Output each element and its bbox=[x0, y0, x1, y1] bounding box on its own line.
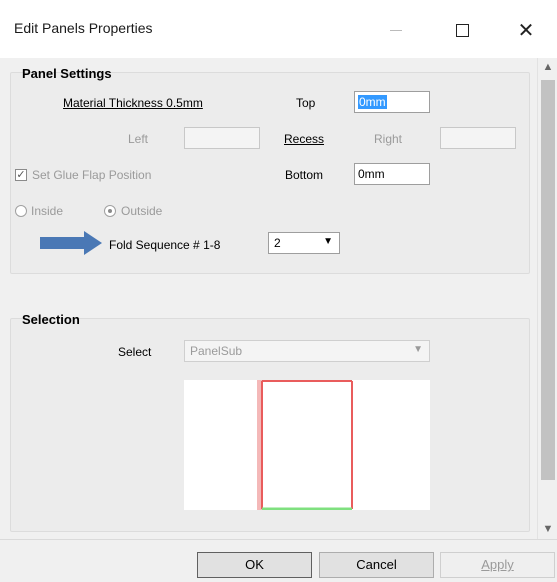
selection-heading: Selection bbox=[22, 312, 80, 327]
left-input[interactable] bbox=[184, 127, 260, 149]
fold-sequence-label: Fold Sequence # 1-8 bbox=[109, 238, 221, 252]
panel-settings-heading: Panel Settings bbox=[22, 66, 112, 81]
left-label: Left bbox=[128, 132, 149, 146]
outside-label: Outside bbox=[121, 204, 163, 218]
title-bar: Edit Panels Properties ✕ bbox=[0, 0, 557, 58]
scroll-up-icon[interactable]: ▲ bbox=[538, 58, 557, 76]
select-dropdown[interactable]: PanelSub ▼ bbox=[184, 340, 430, 362]
right-arrow-icon bbox=[40, 231, 102, 255]
top-input-value: 0mm bbox=[358, 95, 387, 109]
scroll-down-icon[interactable]: ▼ bbox=[538, 520, 557, 538]
close-button[interactable]: ✕ bbox=[508, 12, 544, 48]
apply-button[interactable]: Apply bbox=[440, 552, 555, 578]
glue-flap-label: Set Glue Flap Position bbox=[32, 168, 152, 182]
radio-selected-dot bbox=[108, 209, 112, 213]
right-label: Right bbox=[374, 132, 403, 146]
chevron-down-icon: ▼ bbox=[413, 344, 423, 355]
outside-radio[interactable] bbox=[104, 205, 116, 217]
fold-sequence-value: 2 bbox=[274, 236, 281, 250]
bottom-input[interactable]: 0mm bbox=[354, 163, 430, 185]
recess-label: Recess bbox=[284, 132, 325, 146]
top-label: Top bbox=[296, 96, 316, 110]
glue-flap-checkbox[interactable]: ✓ bbox=[15, 169, 27, 181]
scroll-thumb[interactable] bbox=[541, 80, 555, 480]
inside-radio[interactable] bbox=[15, 205, 27, 217]
bottom-label: Bottom bbox=[285, 168, 324, 182]
select-label: Select bbox=[118, 345, 152, 359]
maximize-icon bbox=[455, 23, 469, 37]
top-input[interactable]: 0mm bbox=[354, 91, 430, 113]
bottom-input-value: 0mm bbox=[358, 167, 385, 181]
inside-label: Inside bbox=[31, 204, 64, 218]
right-input[interactable] bbox=[440, 127, 516, 149]
maximize-button[interactable] bbox=[444, 12, 480, 48]
panel-preview bbox=[184, 380, 430, 510]
select-value: PanelSub bbox=[190, 344, 243, 358]
cancel-button[interactable]: Cancel bbox=[319, 552, 434, 578]
close-icon: ✕ bbox=[517, 19, 535, 42]
button-bar: OK Cancel Apply bbox=[0, 539, 557, 582]
minimize-icon bbox=[390, 29, 402, 31]
material-thickness-label: Material Thickness 0.5mm bbox=[63, 96, 203, 110]
window-title: Edit Panels Properties bbox=[14, 20, 153, 36]
chevron-down-icon: ▼ bbox=[323, 236, 333, 247]
checkmark-icon: ✓ bbox=[16, 169, 26, 181]
panel-outline bbox=[257, 380, 353, 510]
minimize-button[interactable] bbox=[378, 12, 414, 48]
fold-sequence-dropdown[interactable]: 2 ▼ bbox=[268, 232, 340, 254]
vertical-scrollbar[interactable]: ▲ ▼ bbox=[537, 58, 557, 539]
ok-button[interactable]: OK bbox=[197, 552, 312, 578]
